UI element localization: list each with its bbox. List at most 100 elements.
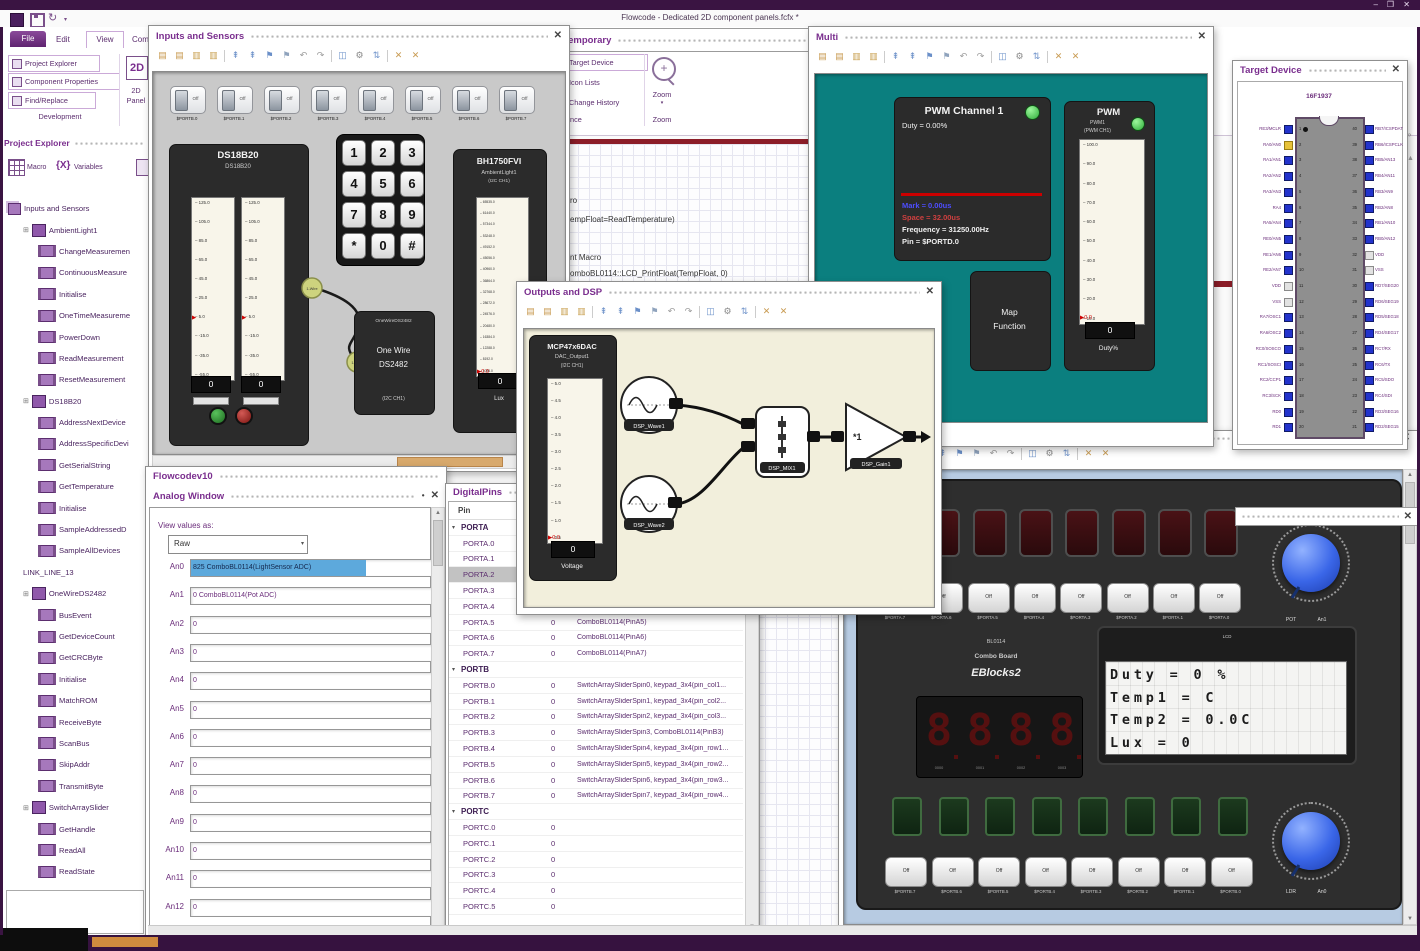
delete-all-icon[interactable]: ✕ [1069,50,1082,63]
tree-item[interactable]: ContinuousMeasure [4,262,148,283]
tree-item[interactable]: SkipAddr [4,754,148,775]
analog-value-field-An2[interactable]: 0 [190,615,432,634]
zoom-button[interactable]: Zoom [644,90,680,99]
copy-icon[interactable]: ⇞ [614,305,627,318]
tree-item[interactable]: ⊞ SwitchArraySlider [4,797,148,818]
tree-item[interactable]: SampleAllDevices [4,540,148,561]
tree-item[interactable]: GetHandle [4,818,148,839]
board-switch-$PORTB.2[interactable]: Off [1117,857,1160,887]
pin-row-PORTA.6[interactable]: PORTA.6 0 ComboBL0114(PinA6) [449,631,743,647]
pin-row-PORTB.1[interactable]: PORTB.1 0 SwitchArraySliderSpin1, keypad_3… [449,694,743,710]
group-expander-icon[interactable]: ▾ [452,666,455,673]
view-values-dropdown[interactable]: Raw ▾ [168,535,308,554]
tree-item[interactable]: LINK_LINE_13 [4,562,148,583]
save-icon[interactable]: ▥ [558,305,571,318]
swap-icon[interactable]: ⇅ [1030,50,1043,63]
settings-icon[interactable]: ⚙ [353,49,366,62]
save-icon[interactable]: ▥ [190,49,203,62]
ldr-knob[interactable] [1272,802,1350,880]
analog-value-field-An4[interactable]: 0 [190,672,432,691]
inputs-window-close[interactable]: ✕ [554,31,562,41]
dac-slider[interactable]: – 5.0 – 4.5 – 4.0 – 3.5 – 3.0 – 2.5 – 2.0 – 1.5… [547,378,603,544]
tree-item[interactable]: MatchROM [4,690,148,711]
project-explorer-button[interactable]: Project Explorer [8,55,100,72]
macro-tool-icon[interactable] [8,159,25,176]
flag-icon[interactable]: ⚑ [970,447,983,460]
tab-edit[interactable]: Edit [56,35,70,44]
close-button[interactable]: ✕ [1403,0,1410,9]
tree-item[interactable]: ChangeMeasuremen [4,241,148,262]
toggle-switch-$PORTB.7[interactable]: Off [499,86,535,114]
board-switch-$PORTB.0[interactable]: Off [1210,857,1253,887]
open-icon[interactable]: ▤ [833,50,846,63]
analog-value-field-An8[interactable]: 0 [190,785,432,804]
toggle-switch-$PORTB.1[interactable]: Off [217,86,253,114]
redo-icon[interactable]: ↷ [974,50,987,63]
swap-icon[interactable]: ⇅ [738,305,751,318]
delete-all-icon[interactable]: ✕ [409,49,422,62]
paste-icon[interactable]: ⚑ [923,50,936,63]
analog-value-field-An9[interactable]: 0 [190,813,432,832]
analog-value-field-An1[interactable]: 0 ComboBL0114(Pot ADC) [190,587,432,606]
tree-expander-icon[interactable]: ⊞ [23,590,29,598]
tree-item[interactable]: ReadAll [4,840,148,861]
redo-icon[interactable]: ↷ [314,49,327,62]
tree-item[interactable]: ⊞ AmbientLight1 [4,219,148,240]
tree-item[interactable]: ReceiveByte [4,711,148,732]
pin-row-PORTB.3[interactable]: PORTB.3 0 SwitchArraySliderSpin3, ComboBL0… [449,725,743,742]
swap-icon[interactable]: ⇅ [370,49,383,62]
tab-view[interactable]: View [86,31,124,48]
paste-icon[interactable]: ⚑ [263,49,276,62]
board-switch-$PORTB.6[interactable]: Off [931,857,974,887]
tree-expander-icon[interactable]: ⊞ [23,226,29,234]
zoom-icon[interactable]: + [652,57,676,81]
flag-icon[interactable]: ⚑ [280,49,293,62]
analog-window-close[interactable]: ✕ [431,491,439,501]
tree-expander-icon[interactable]: ⊞ [23,804,29,812]
component-properties-button[interactable]: Component Properties [8,73,120,90]
new-icon[interactable]: ▤ [156,49,169,62]
keypad-key-7[interactable]: 7 [342,202,366,228]
pin-group-row-PORTB[interactable]: ▾ PORTB [449,662,743,678]
maximize-button[interactable]: ❐ [1387,0,1394,9]
right-rail-up-icon[interactable]: ▲ [1407,155,1414,162]
board-switch-$PORTA.3[interactable]: Off [1060,583,1103,613]
tab-file[interactable]: File [10,31,46,47]
new-icon[interactable]: ▤ [524,305,537,318]
undo-icon[interactable]: ↶ [297,49,310,62]
swap-icon[interactable]: ⇅ [1060,447,1073,460]
save-all-icon[interactable]: ▥ [207,49,220,62]
keypad-key-*[interactable]: * [342,233,366,259]
tree-item[interactable]: TransmitByte [4,776,148,797]
settings-icon[interactable]: ⚙ [1013,50,1026,63]
undo-icon[interactable]: ↶ [665,305,678,318]
delete-all-icon[interactable]: ✕ [1099,447,1112,460]
board-switch-$PORTB.5[interactable]: Off [978,857,1020,887]
component-icon[interactable]: ◫ [704,305,717,318]
analog-value-field-An10[interactable]: 0 [190,842,432,860]
toggle-switch-$PORTB.4[interactable]: Off [358,86,394,114]
board-switch-$PORTB.7[interactable]: Off [885,857,927,887]
tree-item[interactable]: GetSerialString [4,455,148,476]
cut-icon[interactable]: ⇞ [597,305,610,318]
multi-window-close[interactable]: ✕ [1198,32,1206,42]
keypad-key-3[interactable]: 3 [400,140,424,166]
component-icon[interactable]: ◫ [996,50,1009,63]
minimize-button[interactable]: – [1374,0,1378,9]
analog-value-field-An0[interactable]: 825 ComboBL0114(LightSensor ADC) [190,559,432,577]
board-switch-$PORTA.0[interactable]: Off [1199,583,1242,613]
tree-item[interactable]: Initialise [4,669,148,690]
delete-icon[interactable]: ✕ [760,305,773,318]
group-expander-icon[interactable]: ▾ [452,808,455,815]
pin-row-PORTB.7[interactable]: PORTB.7 0 SwitchArraySliderSpin7, keypad_3… [449,789,743,805]
cut-icon[interactable]: ⇞ [229,49,242,62]
panel-2d-icon[interactable]: 2D [126,56,148,80]
board-switch-$PORTA.4[interactable]: Off [1013,583,1056,613]
pin-row-PORTA.5[interactable]: PORTA.5 0 ComboBL0114(PinA5) [449,615,743,631]
outputs-window-close[interactable]: ✕ [926,287,934,297]
collapsed-panel-close[interactable]: ✕ [1404,511,1412,522]
board-switch-$PORTB.1[interactable]: Off [1164,857,1206,887]
flag-icon[interactable]: ⚑ [648,305,661,318]
analog-window-minimize[interactable]: • [422,492,425,500]
pin-row-PORTB.4[interactable]: PORTB.4 0 SwitchArraySliderSpin4, keypad_3… [449,741,743,757]
